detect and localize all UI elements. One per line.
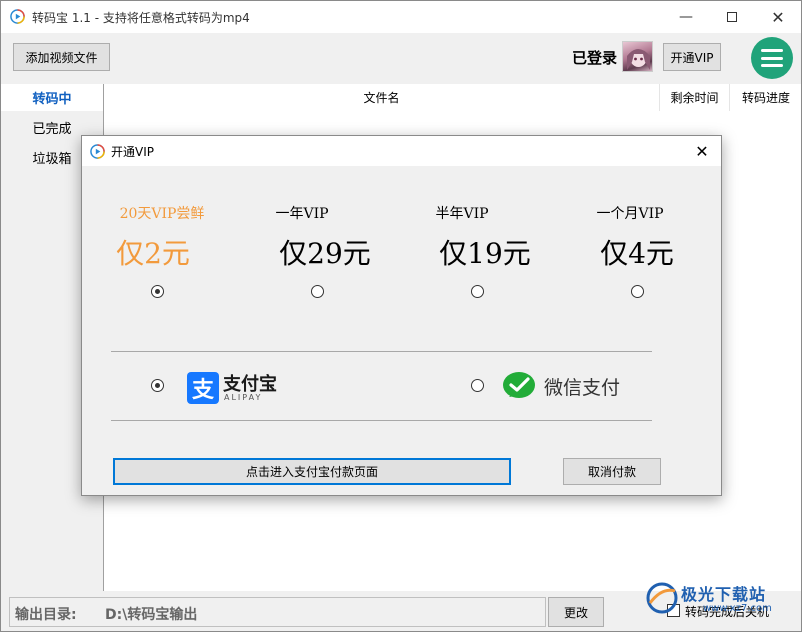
output-dir-box (9, 597, 546, 627)
watermark-text: 极光下载站 (681, 585, 767, 604)
minimize-icon[interactable]: — (663, 1, 709, 33)
open-vip-button[interactable]: 开通VIP (663, 43, 721, 71)
sidebar-item-converting[interactable]: 转码中 (1, 84, 103, 111)
change-dir-button[interactable]: 更改 (548, 597, 604, 627)
title-bar: 转码宝 1.1 - 支持将任意格式转码为mp4 — ✕ (1, 1, 801, 33)
plan-name-year: 一年VIP (275, 206, 329, 222)
maximize-icon[interactable] (709, 1, 755, 33)
avatar[interactable] (622, 41, 653, 72)
alipay-pay-button[interactable]: 点击进入支付宝付款页面 (113, 458, 511, 485)
watermark: 极光下载站 www.xz7.com (641, 579, 801, 631)
pay-radio-wechat[interactable] (471, 379, 484, 392)
column-remaining-time[interactable]: 剩余时间 (660, 84, 730, 111)
window-title: 转码宝 1.1 - 支持将任意格式转码为mp4 (32, 11, 250, 25)
watermark-url: www.xz7.com (703, 603, 772, 614)
pay-radio-alipay[interactable] (151, 379, 164, 392)
plan-price-halfyear: 仅19元 (439, 237, 531, 270)
divider (111, 351, 652, 352)
plan-radio-halfyear[interactable] (471, 285, 484, 298)
hamburger-menu-icon[interactable] (751, 37, 793, 79)
cancel-payment-button[interactable]: 取消付款 (563, 458, 661, 485)
avatar-image (627, 49, 650, 70)
plan-name-20day: 20天VIP尝鲜 (119, 206, 205, 222)
vip-dialog: 开通VIP ✕ 20天VIP尝鲜 仅2元 一年VIP 仅29元 半年VIP 仅1… (81, 135, 722, 496)
plan-radio-month[interactable] (631, 285, 644, 298)
output-dir-label: 输出目录: (15, 607, 77, 623)
divider (111, 420, 652, 421)
output-dir-path: D:\转码宝输出 (105, 607, 198, 623)
app-logo-icon (10, 9, 25, 24)
toolbar: 添加视频文件 已登录 开通VIP (1, 33, 801, 83)
dialog-title-bar: 开通VIP ✕ (82, 136, 721, 166)
wechat-pay-name: 微信支付 (544, 377, 621, 399)
close-icon[interactable]: ✕ (690, 140, 714, 162)
plan-price-20day: 仅2元 (116, 237, 190, 270)
plan-name-month: 一个月VIP (596, 206, 664, 222)
alipay-logo[interactable]: 支 (187, 372, 219, 404)
column-progress[interactable]: 转码进度 (730, 84, 802, 111)
add-video-button[interactable]: 添加视频文件 (13, 43, 110, 71)
column-filename[interactable]: 文件名 (104, 84, 660, 111)
login-status: 已登录 (572, 49, 618, 67)
close-icon[interactable]: ✕ (755, 1, 801, 33)
wechat-pay-logo[interactable] (502, 371, 536, 401)
plan-radio-20day[interactable] (151, 285, 164, 298)
plan-name-halfyear: 半年VIP (435, 206, 489, 222)
watermark-logo-icon (646, 582, 678, 614)
dialog-title: 开通VIP (111, 145, 154, 159)
plan-radio-year[interactable] (311, 285, 324, 298)
plan-price-year: 仅29元 (279, 237, 371, 270)
plan-price-month: 仅4元 (600, 237, 674, 270)
alipay-sub: ALIPAY (224, 393, 263, 402)
app-logo-icon (90, 144, 105, 159)
